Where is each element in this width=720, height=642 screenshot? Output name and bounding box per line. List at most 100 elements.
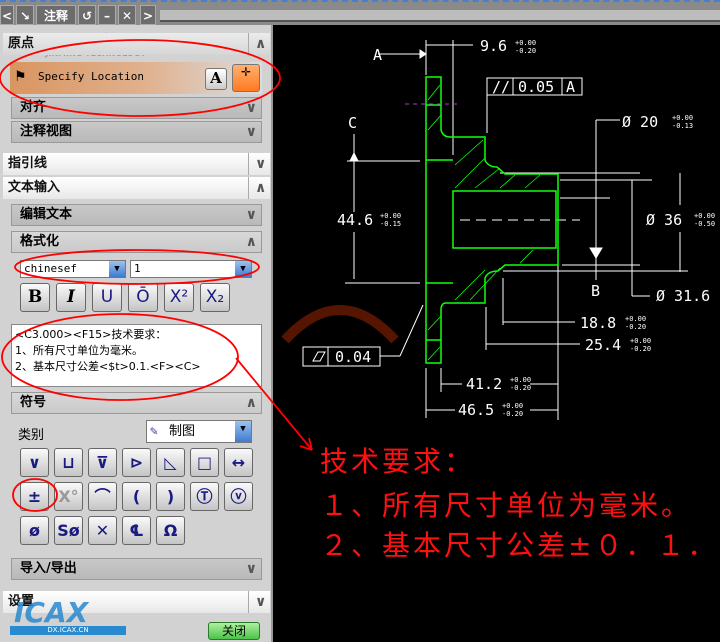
superscript-button[interactable]: X² [164, 283, 194, 312]
tol-lower: -0.13 [672, 122, 693, 130]
subscript-button[interactable]: X₂ [200, 283, 230, 312]
slope-button[interactable]: ◺ [156, 448, 185, 477]
cone-button[interactable]: ⊳ [122, 448, 151, 477]
free-state-button[interactable]: ⓥ [224, 482, 253, 511]
section-origin[interactable]: 原点 ∧ [3, 33, 270, 55]
arc-button[interactable]: ⌒ [88, 482, 117, 511]
subsection-import-export[interactable]: 导入/导出 ∨ [11, 558, 262, 580]
tol-upper: +0.00 [672, 114, 693, 122]
italic-button[interactable]: I [56, 283, 86, 312]
dim-46-5: 46.5 [458, 401, 494, 419]
annotation-tab[interactable]: 注释 [36, 5, 76, 25]
tol-lower: -0.20 [630, 345, 651, 353]
datum-a-label: A [373, 46, 382, 64]
subsection-label: 对齐 [20, 100, 47, 115]
next-button[interactable]: > [140, 5, 156, 25]
dim-44-6: 44.6 [337, 211, 373, 229]
drafting-icon: ✎ [150, 424, 158, 439]
subsection-label: 格式化 [20, 234, 60, 249]
point-crosshair-icon[interactable]: ✛ [232, 64, 260, 92]
subsection-format[interactable]: 格式化 ∧ [11, 231, 262, 253]
close-button[interactable]: 关闭 [208, 622, 260, 640]
subsection-align[interactable]: 对齐 ∨ [11, 97, 262, 119]
plus-minus-button[interactable]: ± [20, 482, 49, 511]
text-line: 2、基本尺寸公差<$t>0.1.<F><C> [15, 360, 201, 373]
parallelism-symbol: // [492, 78, 510, 96]
subsection-edit-text[interactable]: 编辑文本 ∨ [11, 204, 262, 226]
ohm-button[interactable]: Ω [156, 516, 185, 545]
chevron-down-icon: ∨ [245, 124, 257, 140]
paren-left-button[interactable]: ( [122, 482, 151, 511]
chevron-up-icon[interactable]: ∧ [248, 33, 270, 55]
icax-url: DX.ICAX.CN [10, 626, 126, 635]
chevron-down-icon[interactable]: ∨ [248, 153, 270, 175]
tol-lower: -0.50 [694, 220, 715, 228]
dropdown-arrow-icon[interactable]: ▼ [235, 421, 251, 442]
toolbar-strip [160, 10, 720, 22]
diameter-button[interactable]: ø [20, 516, 49, 545]
subsection-annotation-view[interactable]: 注释视图 ∨ [11, 121, 262, 143]
dim-41-2: 41.2 [466, 375, 502, 393]
chevron-up-icon[interactable]: ∧ [248, 177, 270, 199]
section-text-input[interactable]: 文本输入 ∧ [3, 177, 270, 199]
section-label: 指引线 [8, 156, 48, 171]
chevron-up-icon: ∧ [245, 234, 257, 250]
specify-location-label: Specify Location [38, 70, 144, 83]
spherical-diameter-button[interactable]: Sø [54, 516, 83, 545]
size-select[interactable]: 1 ▼ [130, 260, 252, 278]
undo-button[interactable]: ↺ [78, 5, 96, 25]
category-select[interactable]: ✎ 制图 ▼ [146, 420, 252, 443]
chevron-down-icon: ∨ [245, 561, 257, 577]
subsection-symbols[interactable]: 符号 ∧ [11, 392, 262, 414]
chevron-down-icon: ∨ [245, 207, 257, 223]
subsection-label: 符号 [20, 395, 47, 410]
annotation-line-2: １、所有尺寸单位为毫米。 [320, 489, 693, 522]
chevron-down-icon[interactable]: ∨ [248, 591, 270, 613]
close-icon[interactable]: ✕ [118, 5, 136, 25]
subsection-label: 注释视图 [20, 124, 73, 139]
paren-right-button[interactable]: ) [156, 482, 185, 511]
prev-button[interactable]: < [0, 5, 14, 25]
tol-lower: -0.20 [502, 410, 523, 418]
overline-button[interactable]: Ō [128, 283, 158, 312]
dia-31-6: Ø 31.6 [656, 287, 710, 305]
tol-lower: -0.20 [510, 384, 531, 392]
datum-c-label: C [348, 114, 357, 132]
square-button[interactable]: □ [190, 448, 219, 477]
dropdown-arrow-icon[interactable]: ▼ [235, 261, 251, 277]
tangent-plane-button[interactable]: Ⓣ [190, 482, 219, 511]
origin-tool-icon[interactable]: A [205, 68, 227, 90]
chevron-down-icon: ∨ [245, 100, 257, 116]
parallelism-value: 0.05 [518, 78, 554, 96]
square-bottom-button[interactable]: ⊔ [54, 448, 83, 477]
bold-button[interactable]: B [20, 283, 50, 312]
underline-button[interactable]: U [92, 283, 122, 312]
tol-upper: +0.00 [630, 337, 651, 345]
degree-button[interactable]: X° [54, 482, 83, 511]
dimension-texts: A 9.6 +0.00 -0.20 // 0.05 A C Ø 20 +0.00… [335, 37, 715, 419]
tol-upper: +0.00 [515, 39, 536, 47]
text-line: 1、所有尺寸单位为毫米。 [15, 344, 143, 357]
flatness-value: 0.04 [335, 348, 371, 366]
datum-b-label: B [591, 282, 600, 300]
chevron-up-icon: ∧ [245, 395, 257, 411]
pin-button[interactable]: ↘ [16, 5, 34, 25]
tol-lower: -0.15 [380, 220, 401, 228]
text-line: <C3.000><F15>技术要求： [15, 328, 167, 341]
category-value: 制图 [169, 424, 196, 439]
arrow-both-button[interactable]: ↔ [224, 448, 253, 477]
v-symbol-button[interactable]: ∨ [20, 448, 49, 477]
subsection-label: 导入/导出 [20, 561, 77, 576]
font-select[interactable]: chinesef ▼ [20, 260, 126, 278]
section-leader[interactable]: 指引线 ∨ [3, 153, 270, 175]
tol-upper: +0.00 [502, 402, 523, 410]
centerline-button[interactable]: ℄ [122, 516, 151, 545]
category-label: 类别 [18, 428, 45, 443]
cross-button[interactable]: ✕ [88, 516, 117, 545]
subsection-label: 编辑文本 [20, 207, 73, 222]
font-value: chinesef [24, 262, 77, 275]
minimize-button[interactable]: – [98, 5, 116, 25]
dropdown-arrow-icon[interactable]: ▼ [109, 261, 125, 277]
annotation-text-area[interactable]: <C3.000><F15>技术要求： 1、所有尺寸单位为毫米。 2、基本尺寸公差<$… [11, 324, 262, 387]
depth-button[interactable]: ⊽ [88, 448, 117, 477]
